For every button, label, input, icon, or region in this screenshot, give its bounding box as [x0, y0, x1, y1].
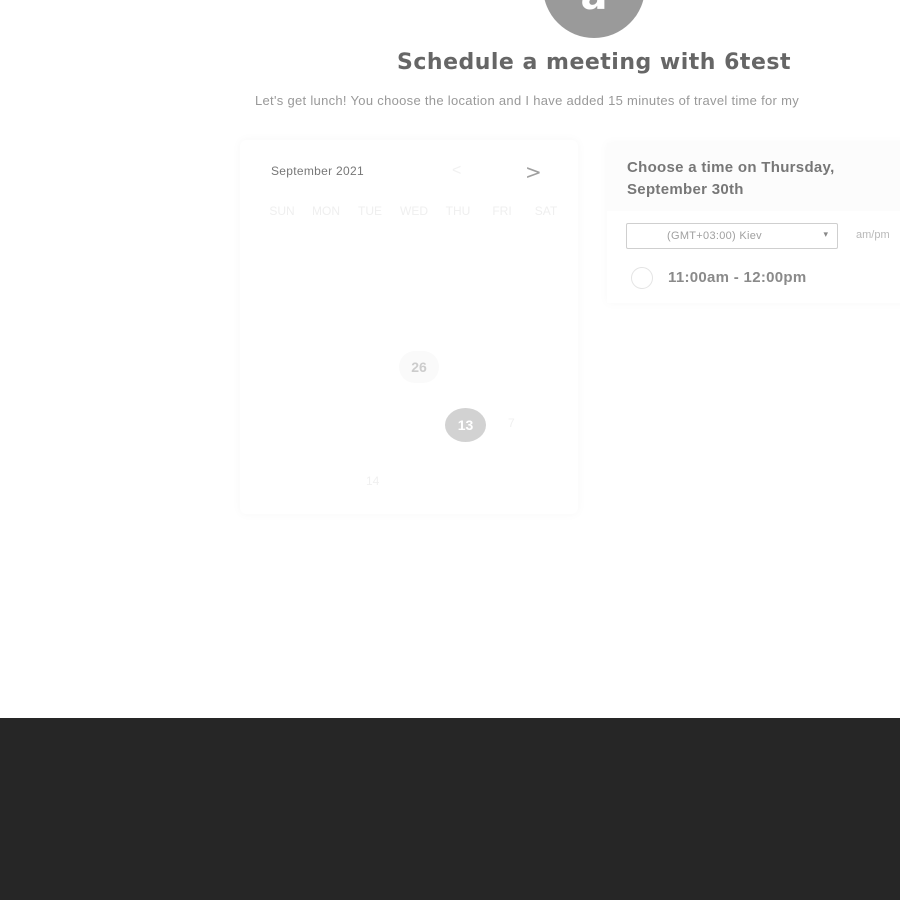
- booking-page: a Schedule a meeting with 6test Let's ge…: [0, 0, 900, 718]
- time-slot-panel: Choose a time on Thursday, September 30t…: [607, 143, 900, 303]
- chevron-left-icon[interactable]: <: [452, 162, 461, 180]
- time-slot-radio[interactable]: [631, 267, 653, 289]
- calendar-day[interactable]: 7: [508, 416, 515, 430]
- calendar-day-selected[interactable]: 13: [445, 408, 486, 442]
- weekday-label: THU: [445, 204, 471, 218]
- time-slot-label[interactable]: 11:00am - 12:00pm: [668, 269, 807, 286]
- time-format-toggle[interactable]: am/pm: [856, 229, 890, 241]
- calendar-day[interactable]: 14: [366, 474, 379, 488]
- weekday-label: SUN: [269, 204, 295, 218]
- weekday-label: FRI: [492, 204, 512, 218]
- host-avatar: a: [543, 0, 645, 38]
- weekday-label: WED: [400, 204, 428, 218]
- calendar-day-available[interactable]: 26: [399, 351, 439, 383]
- timezone-value: (GMT+03:00) Kiev: [667, 230, 762, 242]
- page-title: Schedule a meeting with 6test: [397, 50, 791, 75]
- weekday-label: SAT: [534, 204, 558, 218]
- weekday-label: TUE: [358, 204, 382, 218]
- calendar-month-label: September 2021: [271, 164, 364, 178]
- time-panel-heading: Choose a time on Thursday, September 30t…: [627, 159, 835, 198]
- chevron-right-icon[interactable]: >: [525, 160, 542, 184]
- timezone-select[interactable]: (GMT+03:00) Kiev ▾: [626, 223, 838, 249]
- date-picker-calendar: September 2021 < > SUN MON TUE WED THU F…: [240, 140, 578, 514]
- weekday-label: MON: [312, 204, 340, 218]
- caret-down-icon: ▾: [823, 229, 828, 239]
- meeting-description: Let's get lunch! You choose the location…: [255, 93, 800, 108]
- time-panel-header: Choose a time on Thursday, September 30t…: [607, 143, 900, 211]
- weekday-header: SUN MON TUE WED THU FRI SAT: [264, 204, 564, 218]
- footer-band: [0, 718, 900, 900]
